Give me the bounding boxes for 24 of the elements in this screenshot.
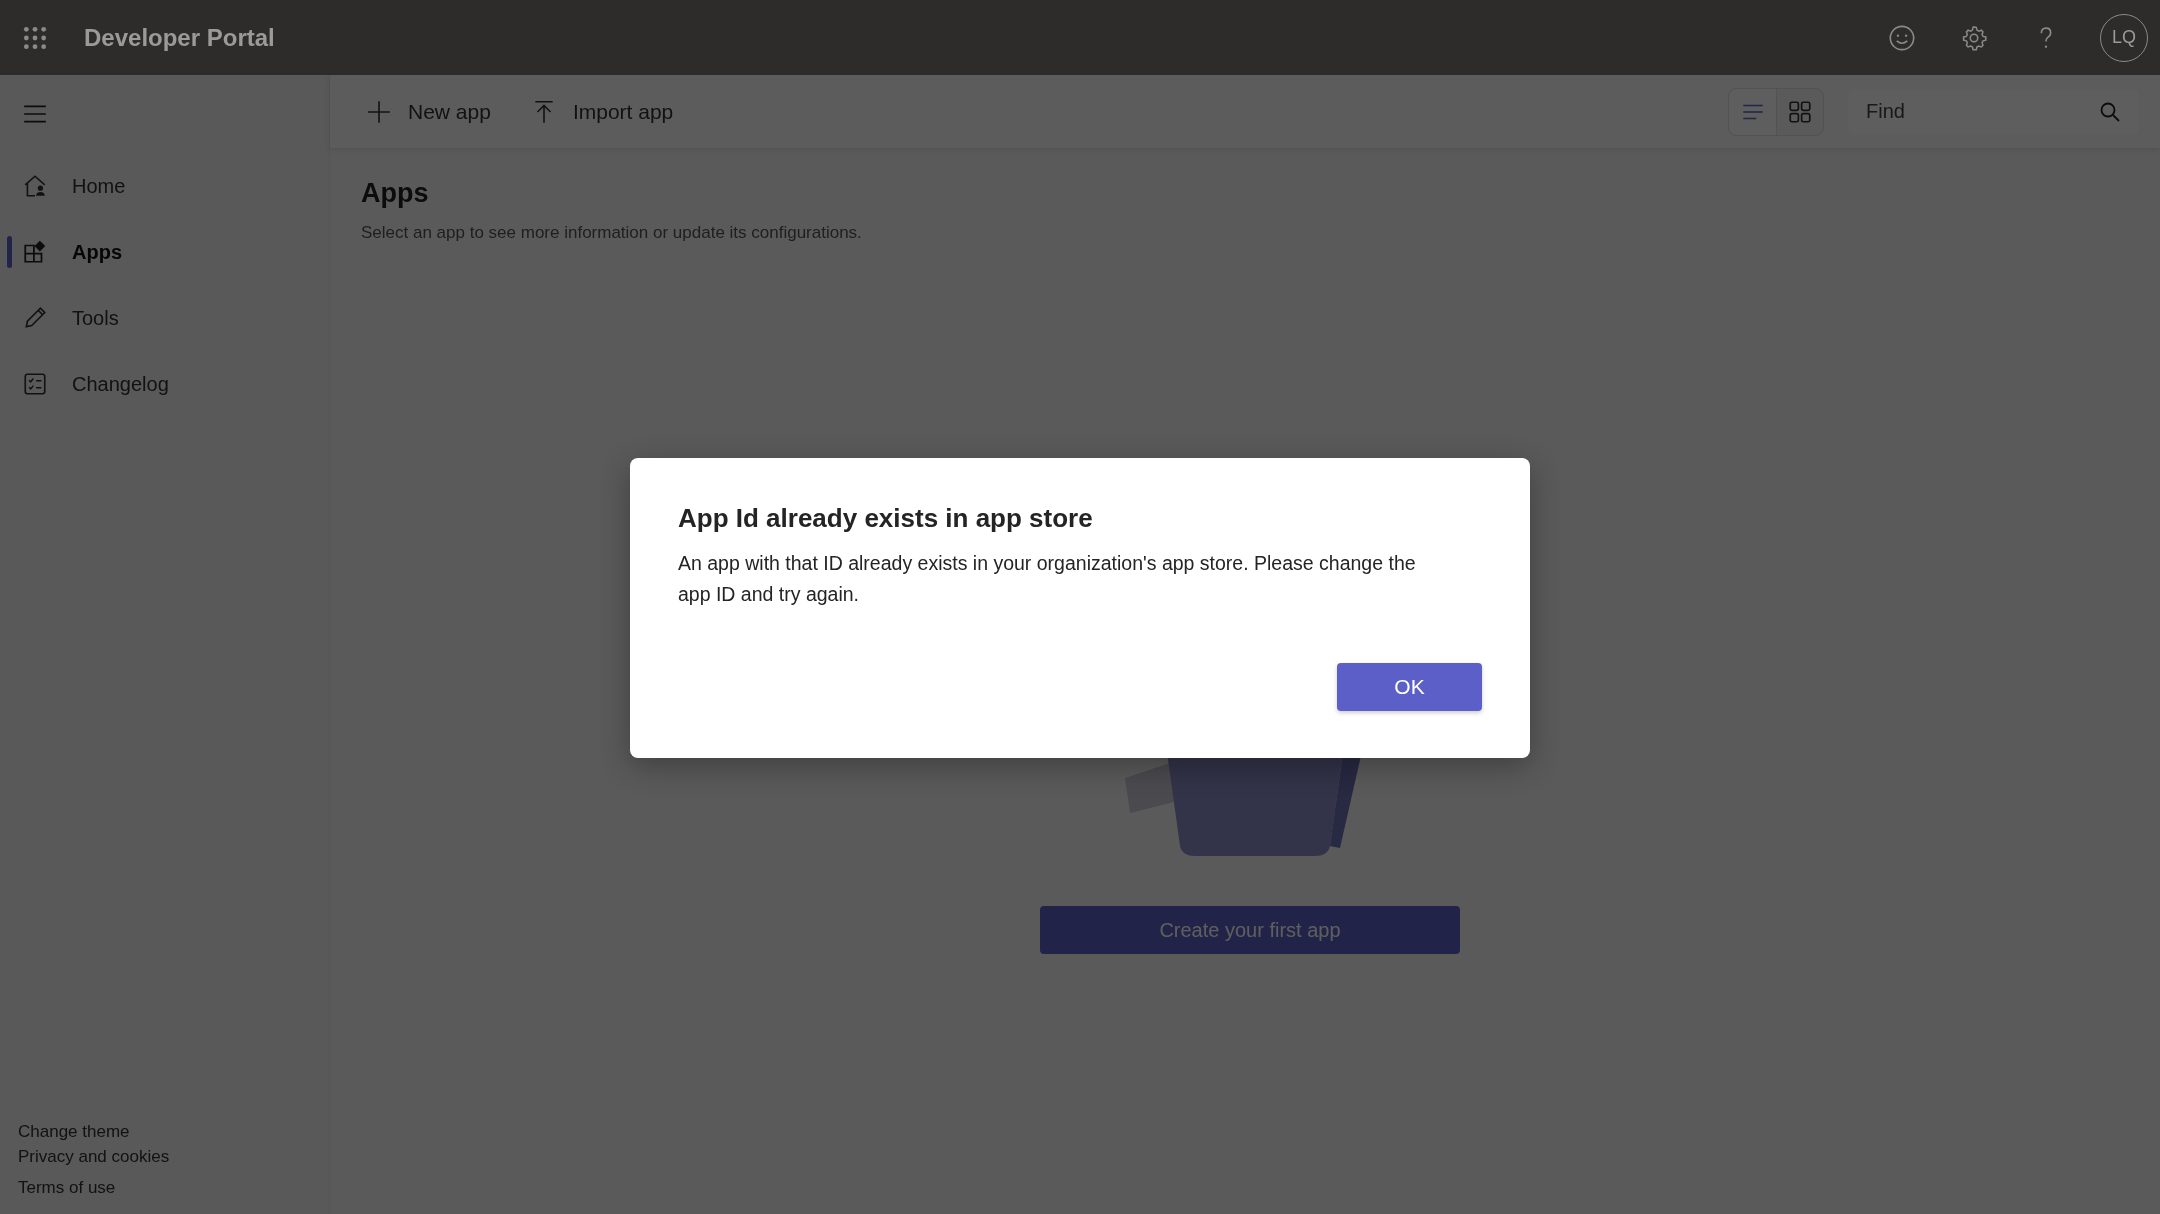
app-title: Developer Portal [84, 23, 275, 52]
footer-link[interactable]: Terms of use [18, 1175, 329, 1200]
pencil-icon [22, 305, 48, 331]
app-launcher-icon[interactable] [22, 24, 48, 51]
footer-link[interactable]: Change theme [18, 1119, 329, 1144]
nav-item[interactable]: Apps [0, 219, 329, 285]
apps-icon [22, 239, 48, 265]
checklist-icon [22, 371, 48, 397]
dialog-message: An app with that ID already exists in your organization's app store. Please change the app ID and try again. [678, 551, 1417, 607]
footer-link[interactable]: Privacy and cookies [18, 1144, 329, 1169]
grid-icon [1787, 98, 1813, 125]
settings-icon[interactable] [1960, 23, 1988, 52]
toolbar-button[interactable]: Import app [530, 98, 674, 125]
toolbar-button[interactable]: New app [366, 98, 491, 125]
nav-item[interactable]: Tools [0, 285, 329, 351]
nav-item[interactable]: Changelog [0, 351, 329, 417]
smiley-icon[interactable] [1888, 23, 1916, 52]
plus-icon [366, 98, 392, 125]
page-subtitle: Select an app to see more information or update its configurations. [361, 223, 863, 243]
dialog-title: App Id already exists in app store [678, 503, 1094, 534]
page-title: Apps [361, 178, 430, 209]
nav-item[interactable]: Home [0, 153, 329, 219]
ok-button[interactable]: OK [1337, 663, 1482, 711]
home-icon [22, 173, 48, 199]
